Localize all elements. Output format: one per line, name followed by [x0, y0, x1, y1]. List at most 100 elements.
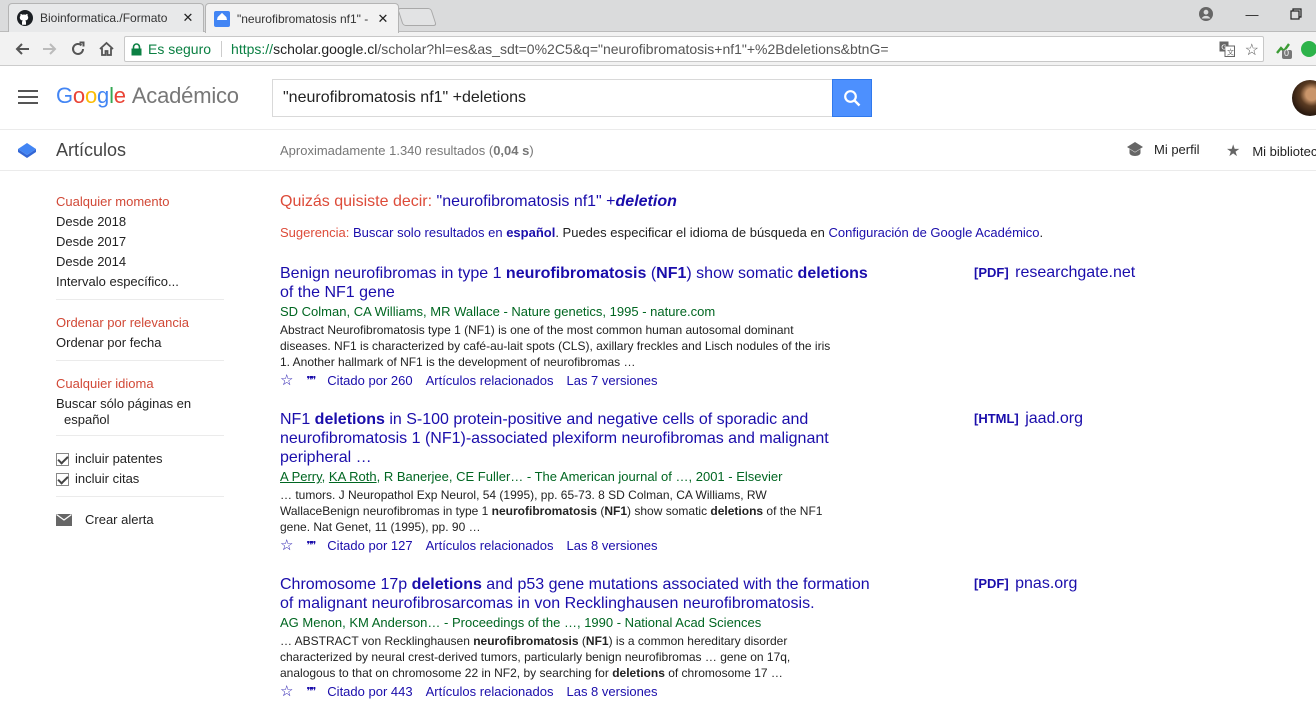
cite-quote-icon[interactable]: ❞❞: [306, 537, 316, 555]
search-input[interactable]: "neurofibromatosis nf1" +deletions: [272, 79, 832, 117]
versions-link[interactable]: Las 8 versiones: [566, 537, 657, 555]
sort-relevance[interactable]: Ordenar por relevancia: [56, 313, 224, 333]
avatar[interactable]: [1292, 80, 1316, 116]
result-title-link[interactable]: Benign neurofibromas in type 1 neurofibr…: [280, 264, 880, 302]
result-snippet: Abstract Neurofibromatosis type 1 (NF1) …: [280, 323, 831, 369]
bookmark-star-icon[interactable]: ☆: [1245, 40, 1259, 60]
related-articles-link[interactable]: Artículos relacionados: [426, 372, 554, 390]
save-star-icon[interactable]: ☆: [280, 683, 293, 701]
browser-toolbar: Es seguro https://scholar.google.cl/scho…: [0, 32, 1316, 66]
author-profile-link[interactable]: KA Roth: [329, 469, 377, 484]
include-citations-label: incluir citas: [75, 471, 140, 486]
save-star-icon[interactable]: ☆: [280, 372, 293, 390]
versions-link[interactable]: Las 8 versiones: [566, 683, 657, 701]
cited-by-link[interactable]: Citado por 443: [327, 683, 412, 701]
checkbox-checked[interactable]: [56, 472, 69, 486]
create-alert-link[interactable]: Crear alerta: [56, 510, 224, 530]
did-you-mean-link[interactable]: "neurofibromatosis nf1" +deletion: [437, 193, 677, 210]
my-profile-link[interactable]: Mi perfil: [1126, 141, 1200, 157]
logo-suffix: Académico: [131, 83, 239, 108]
lock-icon: [131, 42, 142, 55]
author-profile-link[interactable]: A Perry: [280, 469, 322, 484]
include-group: incluir patentes incluir citas: [56, 449, 224, 497]
browser-tab-bioinformatica[interactable]: Bioinformatica./Formato ✕: [8, 3, 204, 32]
sort-group: Ordenar por relevancia Ordenar por fecha: [56, 313, 224, 361]
my-library-label: Mi bibliotec: [1252, 143, 1316, 159]
include-citations-checkbox[interactable]: incluir citas: [56, 469, 224, 489]
extension-badge: 0: [1284, 48, 1290, 58]
close-tab-icon[interactable]: ✕: [181, 10, 195, 26]
search-result: NF1 deletions in S-100 protein-positive …: [280, 410, 1200, 555]
sort-date[interactable]: Ordenar por fecha: [56, 333, 224, 353]
new-tab-button[interactable]: [397, 8, 437, 26]
cite-quote-icon[interactable]: ❞❞: [306, 683, 316, 701]
browser-tab-scholar[interactable]: "neurofibromatosis nf1" - ✕: [205, 3, 399, 33]
scholar-cap-icon: [18, 143, 36, 158]
language-group: Cualquier idioma Buscar sólo páginas en e…: [56, 374, 224, 436]
minimize-icon[interactable]: —: [1230, 0, 1274, 28]
time-filter-2017[interactable]: Desde 2017: [56, 232, 224, 252]
logo-letter: g: [97, 83, 110, 108]
restore-icon[interactable]: [1274, 0, 1316, 28]
url-path: /scholar?hl=es&as_sdt=0%2C5&q="neurofibr…: [377, 41, 889, 57]
search-button[interactable]: [832, 79, 872, 117]
spanish-only-link[interactable]: Buscar solo resultados en español: [353, 225, 555, 240]
address-bar[interactable]: Es seguro https://scholar.google.cl/scho…: [124, 36, 1264, 62]
profile-icon[interactable]: [1184, 0, 1228, 28]
time-filter-2018[interactable]: Desde 2018: [56, 212, 224, 232]
url-host: scholar.google.cl: [273, 41, 378, 57]
cited-by-link[interactable]: Citado por 127: [327, 537, 412, 555]
forward-arrow-icon[interactable]: [38, 38, 62, 60]
full-text-link[interactable]: [PDF] researchgate.net: [974, 264, 1135, 282]
close-tab-icon[interactable]: ✕: [376, 11, 390, 27]
extension-green-icon[interactable]: [1298, 38, 1316, 60]
google-scholar-icon: [214, 10, 230, 27]
language-suggestion: Sugerencia: Buscar solo resultados en es…: [280, 225, 1044, 240]
google-scholar-logo[interactable]: Google Académico: [56, 83, 239, 109]
scholar-header: Google Académico "neurofibromatosis nf1" …: [0, 66, 1316, 130]
my-profile-label: Mi perfil: [1154, 141, 1200, 157]
include-patents-checkbox[interactable]: incluir patentes: [56, 449, 224, 469]
cite-quote-icon[interactable]: ❞❞: [306, 372, 316, 390]
result-title-link[interactable]: NF1 deletions in S-100 protein-positive …: [280, 410, 880, 467]
back-arrow-icon[interactable]: [10, 38, 34, 60]
logo-letter: o: [84, 83, 98, 108]
home-icon[interactable]: [94, 38, 118, 60]
include-patents-label: incluir patentes: [75, 451, 163, 466]
tab-title: Bioinformatica./Formato: [40, 11, 168, 25]
file-type-tag: [PDF]: [974, 265, 1009, 280]
logo-letter: G: [56, 83, 73, 108]
checkbox-checked[interactable]: [56, 452, 69, 466]
extension-icon[interactable]: 0: [1272, 38, 1294, 60]
save-star-icon[interactable]: ☆: [280, 537, 293, 555]
search-result: Chromosome 17p deletions and p53 gene mu…: [280, 575, 1200, 701]
time-filter-custom[interactable]: Intervalo específico...: [56, 272, 224, 292]
full-text-link[interactable]: [HTML] jaad.org: [974, 410, 1083, 428]
versions-link[interactable]: Las 7 versiones: [566, 372, 657, 390]
result-actions: ☆ ❞❞ Citado por 443 Artículos relacionados L…: [280, 683, 1200, 701]
related-articles-link[interactable]: Artículos relacionados: [426, 537, 554, 555]
star-icon: ★: [1226, 143, 1241, 160]
time-filter-2014[interactable]: Desde 2014: [56, 252, 224, 272]
cited-by-link[interactable]: Citado por 260: [327, 372, 412, 390]
related-articles-link[interactable]: Artículos relacionados: [426, 683, 554, 701]
result-actions: ☆ ❞❞ Citado por 127 Artículos relacionados L…: [280, 537, 1200, 555]
lang-spanish[interactable]: Buscar sólo páginas en español: [56, 396, 224, 428]
reload-icon[interactable]: [66, 38, 90, 60]
mail-icon: [56, 514, 72, 526]
full-text-link[interactable]: [PDF] pnas.org: [974, 575, 1077, 593]
time-filter-any[interactable]: Cualquier momento: [56, 192, 224, 212]
translate-icon[interactable]: G文: [1219, 41, 1235, 60]
url-text: https://scholar.google.cl/scholar?hl=es&…: [231, 41, 888, 57]
svg-text:G: G: [1221, 43, 1226, 51]
result-title-link[interactable]: Chromosome 17p deletions and p53 gene mu…: [280, 575, 880, 613]
result-authors: AG Menon, KM Anderson… - Proceedings of …: [280, 615, 762, 630]
source-site: researchgate.net: [1010, 264, 1136, 281]
menu-icon[interactable]: [18, 90, 38, 104]
result-authors: A Perry, KA Roth, R Banerjee, CE Fuller……: [280, 469, 783, 484]
did-you-mean: Quizás quisiste decir: "neurofibromatosi…: [280, 193, 677, 210]
lang-any[interactable]: Cualquier idioma: [56, 374, 224, 394]
my-library-link[interactable]: ★ Mi bibliotec: [1226, 141, 1316, 161]
scholar-settings-link[interactable]: Configuración de Google Académico: [829, 225, 1040, 240]
security-indicator[interactable]: Es seguro: [125, 41, 211, 57]
